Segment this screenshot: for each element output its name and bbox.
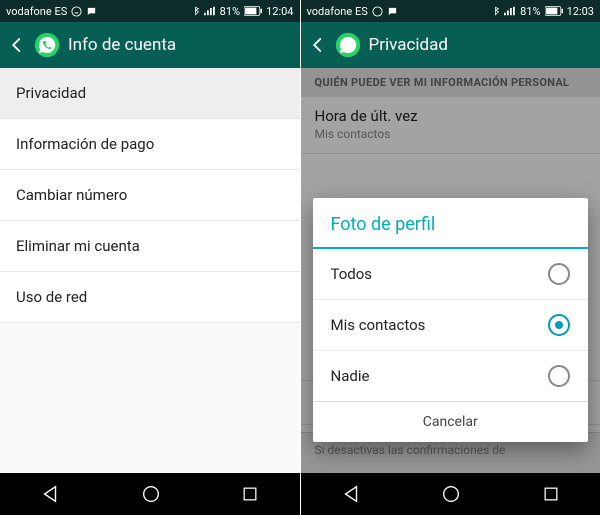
profile-photo-dialog: Foto de perfil Todos Mis contactos Nadie… <box>313 198 589 442</box>
nav-back-icon[interactable] <box>340 483 362 505</box>
dialog-option-nobody[interactable]: Nadie <box>313 350 589 401</box>
battery-icon <box>244 6 262 16</box>
menu-item-payment-info[interactable]: Información de pago <box>0 119 300 170</box>
clock: 12:03 <box>567 5 594 18</box>
menu-item-privacy[interactable]: Privacidad <box>0 68 300 119</box>
whatsapp-logo-icon <box>34 32 60 58</box>
privacy-screen: QUIÉN PUEDE VER MI INFORMACIÓN PERSONAL … <box>301 68 600 473</box>
dialog-option-everyone[interactable]: Todos <box>313 249 589 299</box>
android-navbar <box>301 473 600 515</box>
back-icon[interactable] <box>309 36 327 54</box>
dialog-cancel-button[interactable]: Cancelar <box>313 401 589 442</box>
page-title: Info de cuenta <box>68 35 176 55</box>
nav-home-icon[interactable] <box>440 483 462 505</box>
dialog-option-my-contacts[interactable]: Mis contactos <box>313 299 589 350</box>
action-bar: Privacidad <box>301 22 600 68</box>
chat-status-icon <box>387 6 398 17</box>
action-bar: Info de cuenta <box>0 22 300 68</box>
signal-icon <box>204 6 216 16</box>
status-bar: vodafone ES 81% 12:03 <box>301 0 600 22</box>
battery-icon <box>545 6 563 16</box>
clock: 12:04 <box>266 5 293 18</box>
nav-back-icon[interactable] <box>39 483 61 505</box>
nav-recent-icon[interactable] <box>240 484 260 504</box>
android-navbar <box>0 473 300 515</box>
bluetooth-icon <box>491 5 500 17</box>
whatsapp-status-icon <box>71 6 82 17</box>
settings-list: Privacidad Información de pago Cambiar n… <box>0 68 300 473</box>
whatsapp-status-icon <box>372 6 383 17</box>
back-icon[interactable] <box>8 36 26 54</box>
radio-icon <box>548 365 570 387</box>
dialog-title: Foto de perfil <box>313 198 589 249</box>
menu-item-change-number[interactable]: Cambiar número <box>0 170 300 221</box>
radio-icon <box>548 263 570 285</box>
carrier-label: vodafone ES <box>6 5 67 18</box>
radio-checked-icon <box>548 314 570 336</box>
battery-percent: 81% <box>220 5 240 18</box>
chat-status-icon <box>86 6 97 17</box>
phone-right: vodafone ES 81% 12:03 Privacidad QUIÉN P… <box>300 0 600 515</box>
nav-home-icon[interactable] <box>140 483 162 505</box>
signal-icon <box>504 6 516 16</box>
bluetooth-icon <box>191 5 200 17</box>
nav-recent-icon[interactable] <box>541 484 561 504</box>
page-title: Privacidad <box>369 35 448 55</box>
menu-item-delete-account[interactable]: Eliminar mi cuenta <box>0 221 300 272</box>
carrier-label: vodafone ES <box>307 5 368 18</box>
battery-percent: 81% <box>520 5 540 18</box>
menu-item-network-usage[interactable]: Uso de red <box>0 272 300 323</box>
status-bar: vodafone ES 81% 12:04 <box>0 0 300 22</box>
whatsapp-logo-icon <box>335 32 361 58</box>
phone-left: vodafone ES 81% 12:04 Info de cuenta Pri… <box>0 0 300 515</box>
